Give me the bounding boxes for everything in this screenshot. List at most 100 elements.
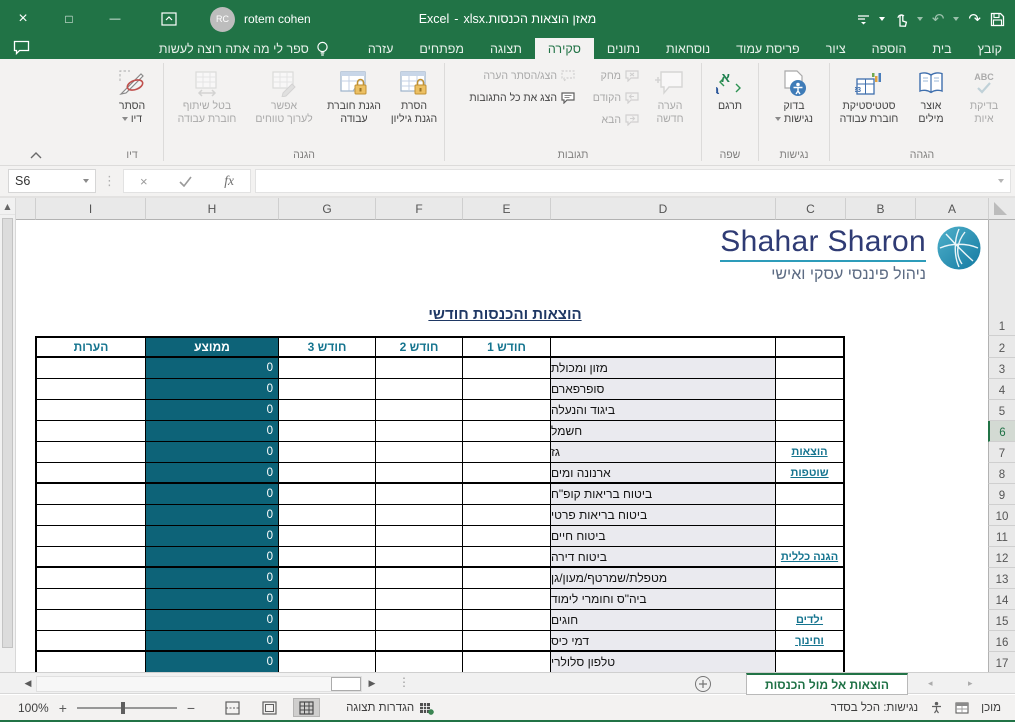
zoom-slider-thumb[interactable] bbox=[120, 701, 125, 714]
row-header-12[interactable]: 12 bbox=[988, 547, 1015, 568]
cell[interactable] bbox=[16, 652, 35, 672]
column-header-E[interactable]: E bbox=[462, 198, 550, 220]
tab-מפתחים[interactable]: מפתחים bbox=[406, 38, 477, 59]
category-label-cell[interactable]: טלפון סלולרי bbox=[550, 652, 775, 672]
month2-cell[interactable] bbox=[375, 568, 462, 589]
side-label-cell[interactable] bbox=[775, 568, 845, 589]
page-layout-view-button[interactable] bbox=[256, 698, 283, 717]
month3-cell[interactable] bbox=[278, 484, 375, 505]
cell[interactable] bbox=[845, 547, 915, 568]
hscroll-right-button[interactable]: ▶ bbox=[364, 676, 380, 692]
tab-בית[interactable]: בית bbox=[919, 38, 964, 59]
tab-פריסת עמוד[interactable]: פריסת עמוד bbox=[723, 38, 813, 59]
spelling-button[interactable]: ABC בדיקת איות bbox=[957, 61, 1011, 148]
vertical-scrollbar-thumb[interactable] bbox=[2, 218, 13, 648]
category-label-cell[interactable]: ביטוח בריאות פרטי bbox=[550, 505, 775, 526]
tab-ציור[interactable]: ציור bbox=[813, 38, 859, 59]
cell[interactable] bbox=[845, 526, 915, 547]
cell[interactable] bbox=[16, 379, 35, 400]
average-value-cell[interactable]: 0 bbox=[145, 442, 278, 463]
cell[interactable] bbox=[16, 463, 35, 484]
column-header-D[interactable]: D bbox=[550, 198, 775, 220]
month2-cell[interactable] bbox=[375, 610, 462, 631]
check-accessibility-button[interactable]: בדוק נגישות bbox=[762, 61, 826, 148]
cell[interactable] bbox=[915, 547, 988, 568]
protect-workbook-button[interactable]: הגנת חוברת עבודה bbox=[321, 61, 387, 148]
month3-cell[interactable] bbox=[278, 421, 375, 442]
new-sheet-button[interactable] bbox=[695, 676, 711, 692]
side-label-cell[interactable] bbox=[775, 652, 845, 672]
show-hide-comment-button[interactable]: הצג/הסתר הערה bbox=[448, 65, 578, 87]
notes-cell[interactable] bbox=[35, 484, 145, 505]
month2-cell[interactable] bbox=[375, 589, 462, 610]
month3-cell[interactable] bbox=[278, 379, 375, 400]
notes-cell[interactable] bbox=[35, 652, 145, 672]
zoom-slider[interactable] bbox=[76, 701, 177, 714]
row-header-5[interactable]: 5 bbox=[988, 400, 1015, 421]
category-label-cell[interactable]: מזון ומכולת bbox=[550, 358, 775, 379]
cell[interactable] bbox=[845, 336, 915, 358]
comments-pane-button[interactable] bbox=[13, 40, 30, 58]
cell[interactable] bbox=[915, 421, 988, 442]
month1-cell[interactable] bbox=[462, 526, 550, 547]
month3-cell[interactable] bbox=[278, 442, 375, 463]
normal-view-button[interactable] bbox=[293, 698, 321, 717]
average-value-cell[interactable]: 0 bbox=[145, 421, 278, 442]
cell[interactable] bbox=[915, 589, 988, 610]
column-header-C[interactable]: C bbox=[775, 198, 845, 220]
notes-cell[interactable] bbox=[35, 589, 145, 610]
cell[interactable] bbox=[845, 484, 915, 505]
cell[interactable] bbox=[845, 610, 915, 631]
hide-ink-button[interactable]: הסתר דיו bbox=[104, 61, 160, 148]
category-label-cell[interactable]: חוגים bbox=[550, 610, 775, 631]
month1-cell[interactable] bbox=[462, 400, 550, 421]
month1-cell[interactable] bbox=[462, 358, 550, 379]
name-box[interactable]: S6 bbox=[8, 169, 96, 193]
cell[interactable] bbox=[16, 421, 35, 442]
month3-cell[interactable] bbox=[278, 652, 375, 672]
horizontal-scrollbar-thumb[interactable] bbox=[331, 677, 361, 691]
accessibility-status-icon[interactable] bbox=[930, 701, 943, 714]
row-header-16[interactable]: 16 bbox=[988, 631, 1015, 652]
cell[interactable] bbox=[845, 421, 915, 442]
column-header-spacer[interactable] bbox=[16, 198, 35, 220]
notes-cell[interactable] bbox=[35, 379, 145, 400]
cell[interactable] bbox=[915, 400, 988, 421]
delete-comment-button[interactable]: מחק bbox=[578, 65, 642, 87]
row-header-6[interactable]: 6 bbox=[988, 421, 1015, 442]
side-label-cell[interactable] bbox=[775, 505, 845, 526]
cell[interactable] bbox=[845, 442, 915, 463]
side-label-cell[interactable] bbox=[775, 484, 845, 505]
unshare-workbook-button[interactable]: בטל שיתוף חוברת עבודה bbox=[167, 61, 247, 148]
close-button[interactable]: × bbox=[0, 0, 46, 38]
ribbon-display-options-button[interactable] bbox=[146, 0, 192, 38]
row-header-15[interactable]: 15 bbox=[988, 610, 1015, 631]
month2-cell[interactable] bbox=[375, 484, 462, 505]
cell[interactable] bbox=[915, 484, 988, 505]
row-header-7[interactable]: 7 bbox=[988, 442, 1015, 463]
cell[interactable] bbox=[915, 358, 988, 379]
month2-cell[interactable] bbox=[375, 652, 462, 672]
month1-cell[interactable] bbox=[462, 631, 550, 652]
side-label-cell[interactable] bbox=[775, 526, 845, 547]
month3-cell[interactable] bbox=[278, 631, 375, 652]
translate-button[interactable]: אa תרגם bbox=[705, 61, 755, 148]
month3-header-cell[interactable]: חודש 3 bbox=[278, 336, 375, 358]
average-value-cell[interactable]: 0 bbox=[145, 589, 278, 610]
insert-function-button[interactable]: fx bbox=[224, 173, 234, 189]
month2-cell[interactable] bbox=[375, 631, 462, 652]
notes-header-cell[interactable]: הערות bbox=[35, 336, 145, 358]
month2-cell[interactable] bbox=[375, 421, 462, 442]
notes-cell[interactable] bbox=[35, 442, 145, 463]
side-label-cell[interactable]: וחינוך bbox=[775, 631, 845, 652]
row-header-10[interactable]: 10 bbox=[988, 505, 1015, 526]
month3-cell[interactable] bbox=[278, 610, 375, 631]
average-value-cell[interactable]: 0 bbox=[145, 526, 278, 547]
notes-cell[interactable] bbox=[35, 421, 145, 442]
tab-נתונים[interactable]: נתונים bbox=[594, 38, 653, 59]
month2-cell[interactable] bbox=[375, 463, 462, 484]
cell[interactable] bbox=[16, 336, 35, 358]
category-label-cell[interactable]: ביה"ס וחומרי לימוד bbox=[550, 589, 775, 610]
scroll-up-icon[interactable]: ▲ bbox=[0, 198, 15, 215]
category-label-cell[interactable]: ארנונה ומים bbox=[550, 463, 775, 484]
